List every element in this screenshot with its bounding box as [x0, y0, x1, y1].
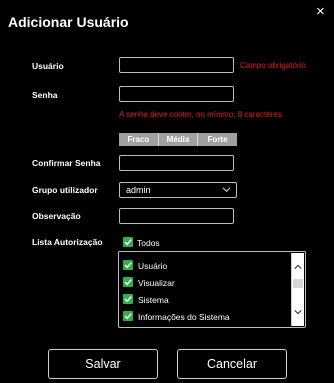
chevron-down-icon[interactable]	[294, 308, 302, 316]
senha-hint: A senha deve conter, no mínimo, 8 caract…	[119, 110, 284, 119]
lista-autorizacao-label: Lista Autorização	[32, 237, 103, 247]
close-icon[interactable]: ×	[316, 4, 325, 19]
check-icon	[124, 239, 132, 246]
listbox-scrollbar[interactable]	[291, 253, 304, 326]
observacao-input[interactable]	[119, 208, 234, 224]
list-item-checkbox[interactable]	[123, 294, 133, 304]
grupo-selected-value: admin	[126, 185, 151, 195]
strength-weak: Fraco	[119, 133, 159, 146]
list-item-checkbox[interactable]	[123, 260, 133, 270]
grupo-label: Grupo utilizador	[32, 185, 98, 195]
cancel-button[interactable]: Cancelar	[177, 349, 287, 379]
strength-medium: Média	[159, 133, 199, 146]
list-item-checkbox[interactable]	[123, 311, 133, 321]
chevron-down-icon	[222, 187, 231, 193]
list-item-label: Informações do Sistema	[138, 312, 230, 322]
list-item-label: Usuário	[138, 261, 168, 271]
usuario-input[interactable]	[119, 57, 234, 73]
autorizacao-listbox[interactable]: Usuário Visualizar Sistema Informações d…	[118, 251, 306, 328]
senha-label: Senha	[32, 90, 58, 100]
check-icon	[124, 262, 132, 269]
observacao-label: Observação	[32, 211, 81, 221]
senha-input[interactable]	[119, 86, 234, 102]
check-icon	[124, 279, 132, 286]
check-icon	[124, 313, 132, 320]
dialog-title: Adicionar Usuário	[8, 14, 129, 30]
list-item-checkbox[interactable]	[123, 277, 133, 287]
chevron-up-icon[interactable]	[294, 263, 302, 271]
todos-checkbox[interactable]	[123, 237, 133, 247]
usuario-error: Campo obrigatório	[240, 61, 306, 70]
confirmar-senha-label: Confirmar Senha	[32, 158, 101, 168]
password-strength-meter: Fraco Média Forte	[119, 133, 237, 146]
save-button[interactable]: Salvar	[48, 349, 158, 379]
list-item-label: Sistema	[138, 295, 169, 305]
usuario-label: Usuário	[32, 61, 64, 71]
confirmar-senha-input[interactable]	[119, 155, 234, 171]
list-item-label: Visualizar	[138, 278, 175, 288]
check-icon	[124, 296, 132, 303]
strength-strong: Forte	[207, 135, 228, 144]
grupo-select[interactable]: admin	[119, 182, 237, 198]
todos-label: Todos	[137, 238, 160, 248]
scrollbar-thumb[interactable]	[293, 279, 303, 288]
dialog: Adicionar Usuário × Usuário Campo obriga…	[0, 0, 334, 383]
